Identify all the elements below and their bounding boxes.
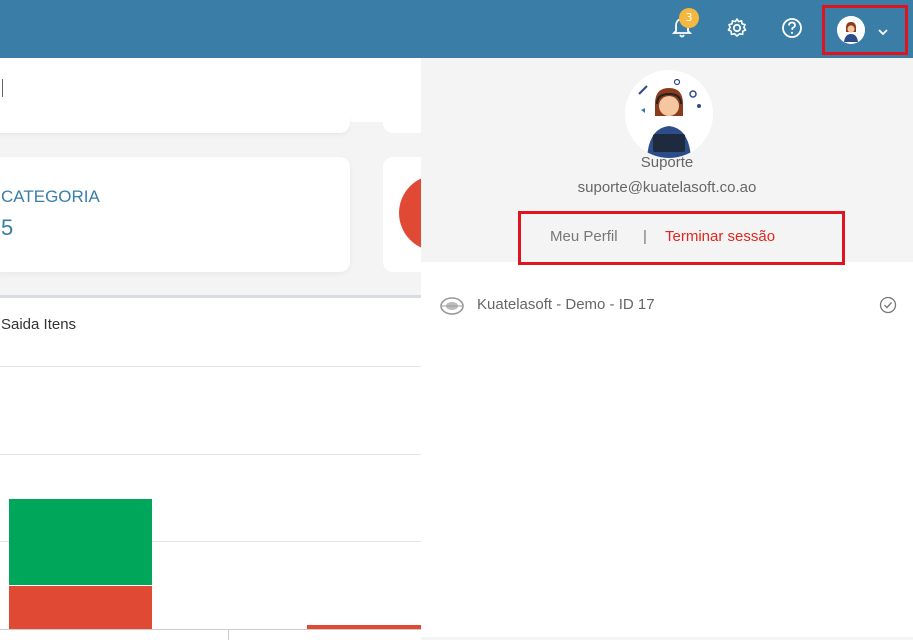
my-profile-link[interactable]: Meu Perfil (550, 228, 618, 245)
chart-bar (9, 585, 152, 629)
gear-icon[interactable] (724, 15, 750, 41)
chart-panel: Saida Itens (0, 295, 427, 640)
logout-link[interactable]: Terminar sessão (665, 228, 775, 245)
grid-line (0, 454, 421, 455)
user-dropdown-header: Suporte suporte@kuatelasoft.co.ao Meu Pe… (421, 58, 913, 265)
text-cursor (2, 79, 3, 97)
chevron-down-icon (877, 22, 889, 41)
help-icon[interactable] (779, 15, 805, 41)
grid-line (0, 366, 421, 367)
top-navbar: 3 (0, 0, 913, 58)
category-card: CATEGORIA 5 (0, 157, 350, 272)
check-circle-icon (879, 296, 897, 318)
separator: | (643, 228, 647, 245)
x-axis (0, 629, 421, 630)
notification-badge: 3 (679, 8, 699, 28)
company-name: Kuatelasoft - Demo - ID 17 (477, 296, 655, 313)
axis-tick (228, 630, 229, 640)
user-menu-trigger[interactable] (822, 5, 908, 55)
user-name: Suporte (640, 154, 694, 171)
avatar (837, 16, 865, 44)
company-item[interactable]: Kuatelasoft - Demo - ID 17 (421, 286, 913, 326)
user-dropdown: Suporte suporte@kuatelasoft.co.ao Meu Pe… (421, 58, 913, 637)
user-actions: Meu Perfil | Terminar sessão (518, 211, 845, 265)
avatar (625, 70, 713, 158)
chart-bar (9, 498, 152, 585)
category-value: 5 (1, 215, 14, 240)
chart-title: Saida Itens (1, 316, 77, 333)
summary-card (0, 115, 350, 133)
user-email: suporte@kuatelasoft.co.ao (577, 179, 757, 196)
search-bar[interactable] (0, 58, 421, 122)
company-logo-icon (439, 296, 465, 320)
category-title: CATEGORIA (1, 187, 100, 206)
